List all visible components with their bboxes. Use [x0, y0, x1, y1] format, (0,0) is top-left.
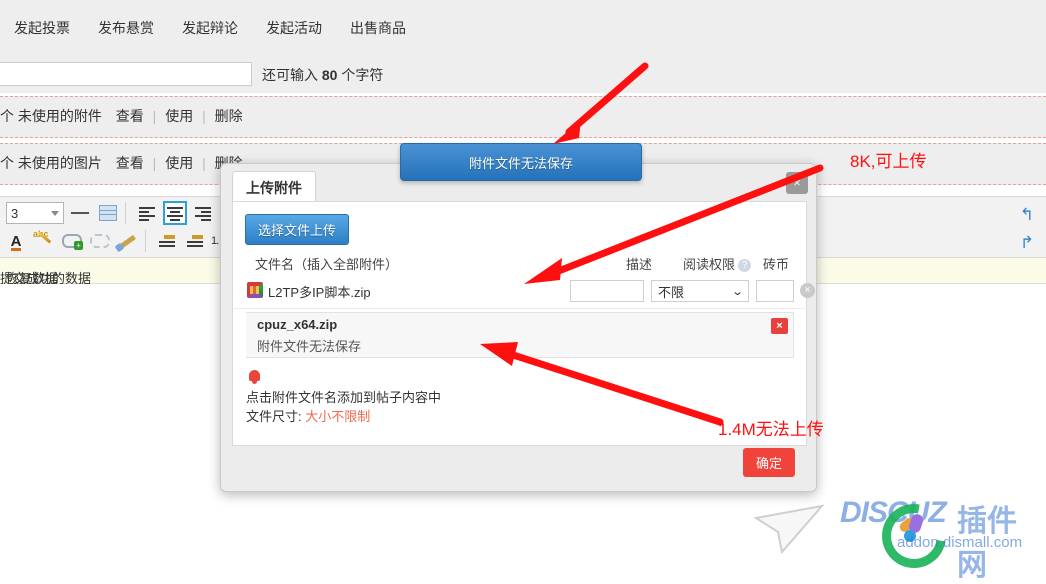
- outdent-icon[interactable]: [155, 229, 179, 253]
- align-center-icon[interactable]: [163, 201, 187, 225]
- images-use-link[interactable]: 使用: [165, 155, 193, 171]
- zip-file-icon: [247, 282, 263, 298]
- strip-divider-4: |: [202, 155, 206, 171]
- nav-item-reward[interactable]: 发布悬赏: [98, 18, 154, 38]
- align-right-icon[interactable]: [191, 201, 215, 225]
- failed-upload-row: cpuz_x64.zip 附件文件无法保存 ×: [246, 312, 794, 358]
- char-hint-prefix: 还可输入: [262, 67, 322, 83]
- attachment-hint-line1: 点击附件文件名添加到帖子内容中: [246, 387, 441, 406]
- horizontal-rule-icon[interactable]: [68, 201, 92, 225]
- annotation-1-4m-failed: 1.4M无法上传: [718, 415, 824, 440]
- confirm-button[interactable]: 确定: [743, 448, 795, 477]
- nav-item-activity[interactable]: 发起活动: [266, 18, 322, 38]
- upload-attachment-dialog: × 上传附件 选择文件上传 文件名（插入全部附件） 描述 阅读权限? 砖币 L2…: [220, 163, 817, 492]
- close-icon[interactable]: ×: [786, 172, 808, 194]
- attachments-view-link[interactable]: 查看: [116, 108, 144, 124]
- unused-images-label: 个 未使用的图片: [0, 155, 102, 171]
- failed-filename: cpuz_x64.zip: [257, 317, 337, 332]
- attachments-delete-link[interactable]: 删除: [215, 108, 243, 124]
- unused-attachments-text: 个 未使用的附件 查看 | 使用 | 删除: [0, 106, 243, 126]
- column-header-coin: 砖币: [763, 254, 789, 273]
- font-size-value: 3: [11, 206, 18, 221]
- attachment-coin-input[interactable]: [756, 280, 794, 302]
- attachments-use-link[interactable]: 使用: [165, 108, 193, 124]
- nav-item-debate[interactable]: 发起辩论: [182, 18, 238, 38]
- char-count-hint: 还可输入 80 个字符: [262, 65, 383, 85]
- filesize-label: 文件尺寸:: [246, 409, 305, 424]
- watermark: DISCUZ 插件网 addon.dismall.com: [752, 492, 1046, 564]
- remove-link-icon[interactable]: [88, 229, 112, 253]
- char-hint-suffix: 个字符: [337, 67, 383, 83]
- bell-icon: [249, 370, 260, 381]
- nav-item-vote[interactable]: 发起投票: [14, 18, 70, 38]
- chevron-down-icon: ⌄: [731, 285, 744, 298]
- toolbar-divider-2: [145, 230, 146, 252]
- remove-failed-upload-icon[interactable]: ×: [771, 318, 788, 334]
- char-hint-count: 80: [322, 67, 338, 83]
- unused-attachments-label: 个 未使用的附件: [0, 108, 102, 124]
- attachment-filename[interactable]: L2TP多IP脚本.zip: [268, 282, 371, 301]
- strip-divider-2: |: [202, 108, 206, 124]
- table-icon[interactable]: [96, 201, 120, 225]
- ordered-list-glyph: 1.: [211, 235, 218, 247]
- help-icon[interactable]: ?: [738, 259, 751, 272]
- chevron-down-icon: [51, 211, 59, 216]
- tab-upload-attachment[interactable]: 上传附件: [232, 171, 316, 205]
- indent-icon[interactable]: [183, 229, 207, 253]
- font-size-select[interactable]: 3: [6, 202, 64, 224]
- unused-attachments-strip: 个 未使用的附件 查看 | 使用 | 删除: [0, 96, 1046, 138]
- post-title-input[interactable]: [0, 62, 252, 86]
- choose-file-upload-button[interactable]: 选择文件上传: [245, 214, 349, 245]
- attachment-hint-line2: 文件尺寸: 大小不限制: [246, 406, 370, 425]
- images-view-link[interactable]: 查看: [116, 155, 144, 171]
- error-tooltip: 附件文件无法保存: [400, 143, 642, 181]
- column-header-description: 描述: [626, 254, 652, 273]
- toolbar-divider-1: [125, 202, 126, 224]
- post-type-nav: 发起投票 发布悬赏 发起辩论 发起活动 出售商品: [0, 12, 1046, 44]
- dialog-tabbar: 上传附件: [232, 171, 316, 201]
- failed-message: 附件文件无法保存: [257, 336, 361, 355]
- cursor-arrow-icon: [752, 500, 830, 558]
- spellcheck-pen-icon[interactable]: abc: [32, 229, 56, 253]
- column-header-permission-label: 阅读权限: [683, 257, 735, 272]
- column-header-filename: 文件名（插入全部附件）: [255, 254, 398, 273]
- undo-redo-group: ↰ ↱: [1012, 200, 1042, 256]
- align-left-icon[interactable]: [135, 201, 159, 225]
- undo-icon[interactable]: ↰: [1020, 206, 1034, 223]
- watermark-url: addon.dismall.com: [897, 534, 1022, 551]
- unused-images-text: 个 未使用的图片 查看 | 使用 | 删除: [0, 153, 243, 173]
- redo-icon[interactable]: ↱: [1020, 234, 1034, 251]
- nav-item-goods[interactable]: 出售商品: [350, 18, 406, 38]
- font-color-icon[interactable]: A: [4, 229, 28, 253]
- strip-divider-3: |: [153, 155, 157, 171]
- table-row: L2TP多IP脚本.zip 不限 ⌄ ×: [234, 274, 807, 309]
- clear-format-brush-icon[interactable]: [116, 229, 140, 253]
- attachment-permission-value: 不限: [658, 282, 684, 301]
- remove-attachment-icon[interactable]: ×: [800, 283, 815, 298]
- column-header-permission: 阅读权限?: [683, 254, 751, 273]
- filesize-value: 大小不限制: [305, 409, 370, 424]
- insert-link-icon[interactable]: +: [60, 229, 84, 253]
- attachment-permission-select[interactable]: 不限 ⌄: [651, 280, 749, 302]
- strip-divider-1: |: [153, 108, 157, 124]
- annotation-8k-uploadable: 8K,可上传: [850, 147, 927, 172]
- dialog-body: 选择文件上传 文件名（插入全部附件） 描述 阅读权限? 砖币 L2TP多IP脚本…: [232, 201, 807, 446]
- attachment-description-input[interactable]: [570, 280, 644, 302]
